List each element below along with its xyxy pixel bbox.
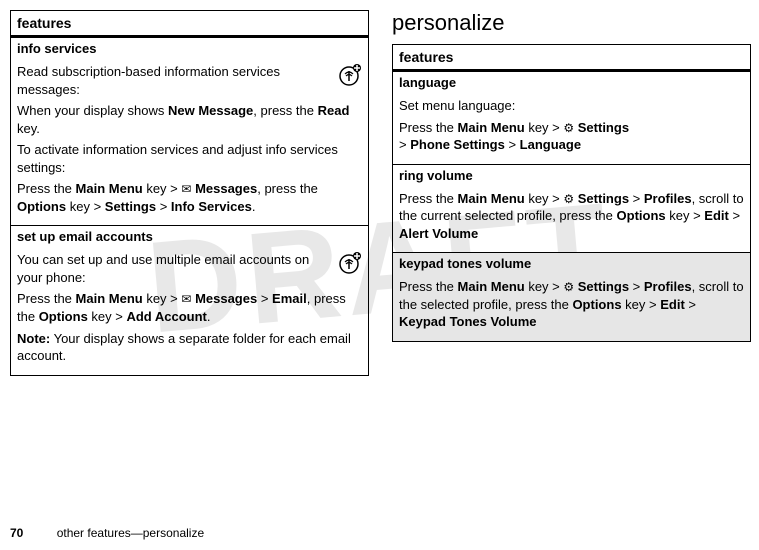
text: key.	[17, 121, 40, 136]
text: >	[629, 191, 644, 206]
lang-p1: Set menu language:	[399, 97, 744, 115]
text: key >	[525, 191, 564, 206]
email-title: set up email accounts	[11, 225, 368, 244]
text: , press the	[253, 103, 317, 118]
text: >	[257, 291, 272, 306]
text: .	[252, 199, 256, 214]
text: Press the	[17, 181, 76, 196]
antenna-icon	[336, 249, 362, 278]
info-services-cell: Read subscription-based information serv…	[11, 56, 368, 225]
email-label: Email	[272, 291, 307, 306]
settings-icon: ⚙	[563, 121, 574, 135]
main-menu-label: Main Menu	[76, 291, 143, 306]
text: key >	[143, 181, 182, 196]
personalize-heading: personalize	[392, 10, 749, 36]
text: >	[685, 297, 696, 312]
page-columns: features info services Read subscription…	[10, 10, 749, 376]
lang-p2: Press the Main Menu key > ⚙ Settings > P…	[399, 119, 744, 154]
right-header: features	[393, 45, 750, 72]
edit-label: Edit	[704, 208, 729, 223]
text: >	[729, 208, 740, 223]
left-column: features info services Read subscription…	[10, 10, 367, 376]
alert-volume-label: Alert Volume	[399, 226, 478, 241]
settings-label: Settings	[578, 191, 629, 206]
language-cell: Set menu language: Press the Main Menu k…	[393, 90, 750, 164]
text: key >	[525, 279, 564, 294]
text: >	[505, 137, 520, 152]
ring-title: ring volume	[393, 164, 750, 183]
settings-label: Settings	[578, 279, 629, 294]
text: >	[629, 279, 644, 294]
envelope-icon: ✉	[181, 292, 191, 306]
phone-settings-label: Phone Settings	[410, 137, 505, 152]
info-p4: Press the Main Menu key > ✉ Messages, pr…	[17, 180, 362, 215]
text: key >	[66, 199, 105, 214]
note-label: Note:	[17, 331, 50, 346]
main-menu-label: Main Menu	[458, 120, 525, 135]
info-p3: To activate information services and adj…	[17, 141, 362, 176]
keypad-cell: Press the Main Menu key > ⚙ Settings > P…	[393, 271, 750, 341]
email-p2: Press the Main Menu key > ✉ Messages > E…	[17, 290, 362, 325]
ring-cell: Press the Main Menu key > ⚙ Settings > P…	[393, 183, 750, 253]
right-column: personalize features language Set menu l…	[392, 10, 749, 376]
antenna-icon	[336, 61, 362, 90]
main-menu-label: Main Menu	[76, 181, 143, 196]
email-p1: You can set up and use multiple email ac…	[17, 251, 362, 286]
text: key >	[143, 291, 182, 306]
info-p1: Read subscription-based information serv…	[17, 63, 362, 98]
options-label: Options	[617, 208, 666, 223]
text: When your display shows	[17, 103, 168, 118]
options-label: Options	[17, 199, 66, 214]
email-cell: You can set up and use multiple email ac…	[11, 244, 368, 374]
text: key >	[525, 120, 564, 135]
right-table: features language Set menu language: Pre…	[392, 44, 751, 342]
options-label: Options	[39, 309, 88, 324]
profiles-label: Profiles	[644, 279, 692, 294]
ring-p1: Press the Main Menu key > ⚙ Settings > P…	[399, 190, 744, 243]
edit-label: Edit	[660, 297, 685, 312]
add-account-label: Add Account	[126, 309, 206, 324]
text: , press the	[257, 181, 318, 196]
page-footer: 70 other features—personalize	[10, 526, 204, 540]
text: Press the	[399, 120, 458, 135]
profiles-label: Profiles	[644, 191, 692, 206]
settings-label: Settings	[105, 199, 156, 214]
messages-label: Messages	[195, 291, 257, 306]
envelope-icon: ✉	[181, 182, 191, 196]
left-table: features info services Read subscription…	[10, 10, 369, 376]
settings-icon: ⚙	[563, 192, 574, 206]
options-label: Options	[572, 297, 621, 312]
messages-label: Messages	[195, 181, 257, 196]
main-menu-label: Main Menu	[458, 191, 525, 206]
keypad-title: keypad tones volume	[393, 252, 750, 271]
text: .	[207, 309, 211, 324]
read-key-label: Read	[318, 103, 350, 118]
info-p2: When your display shows New Message, pre…	[17, 102, 362, 137]
left-header: features	[11, 11, 368, 38]
info-services-label: Info Services	[171, 199, 252, 214]
page-number: 70	[10, 526, 23, 540]
text: Press the	[399, 191, 458, 206]
text: >	[156, 199, 171, 214]
note-text: Your display shows a separate folder for…	[17, 331, 351, 364]
text: >	[399, 137, 410, 152]
new-message-label: New Message	[168, 103, 253, 118]
settings-label: Settings	[578, 120, 629, 135]
text: Press the	[399, 279, 458, 294]
text: key >	[622, 297, 661, 312]
text: key >	[666, 208, 705, 223]
footer-text: other features—personalize	[57, 526, 204, 540]
keypad-p1: Press the Main Menu key > ⚙ Settings > P…	[399, 278, 744, 331]
email-note: Note: Your display shows a separate fold…	[17, 330, 362, 365]
info-services-title: info services	[11, 38, 368, 56]
keypad-volume-label: Keypad Tones Volume	[399, 314, 537, 329]
text: key >	[88, 309, 127, 324]
settings-icon: ⚙	[563, 280, 574, 294]
language-title: language	[393, 72, 750, 90]
text: Press the	[17, 291, 76, 306]
language-label: Language	[520, 137, 581, 152]
main-menu-label: Main Menu	[458, 279, 525, 294]
